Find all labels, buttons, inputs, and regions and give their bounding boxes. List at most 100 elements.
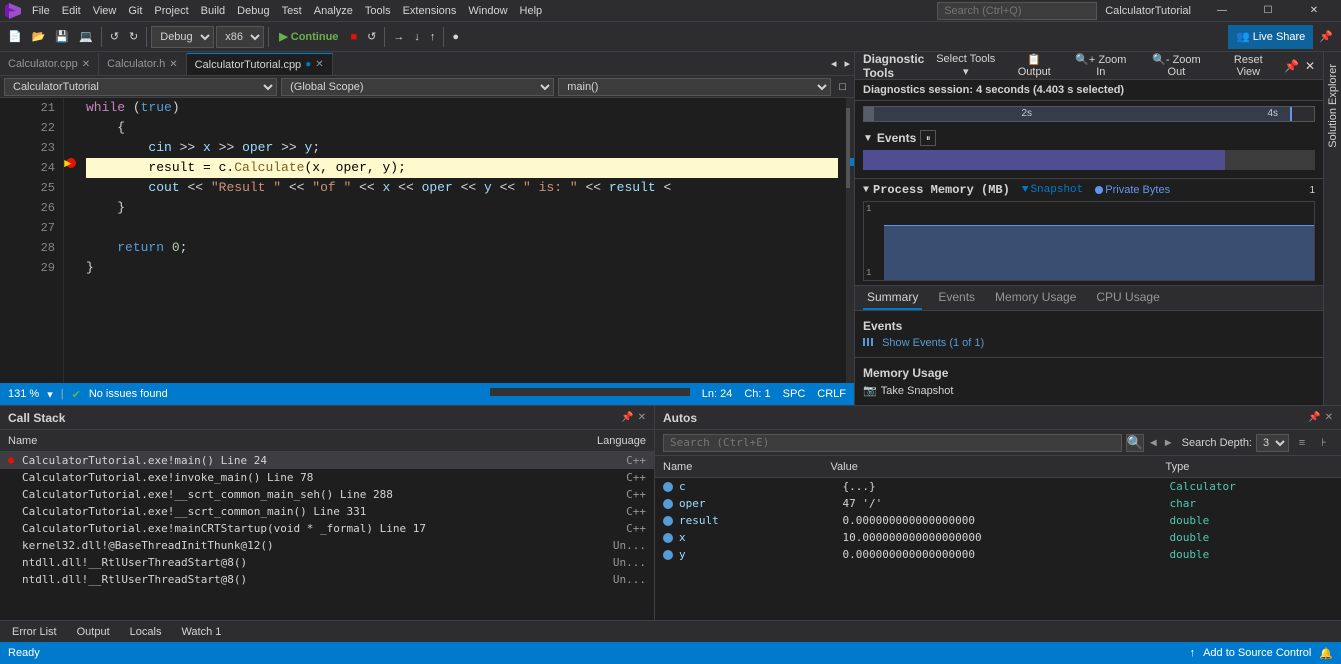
events-title[interactable]: Events: [877, 131, 916, 145]
autos-close-button[interactable]: ✕: [1325, 412, 1333, 423]
add-tab-button[interactable]: ◂: [827, 52, 841, 75]
tab-summary[interactable]: Summary: [863, 286, 922, 310]
prev-search-button[interactable]: ◄: [1148, 437, 1159, 449]
tab-calculator-cpp[interactable]: Calculator.cpp ✕: [0, 53, 99, 75]
autos-row[interactable]: result 0.000000000000000000 double: [655, 512, 1341, 529]
search-input[interactable]: [937, 2, 1097, 20]
show-events-link[interactable]: Show Events (1 of 1): [863, 337, 1315, 349]
callstack-row[interactable]: CalculatorTutorial.exe!__scrt_common_mai…: [0, 486, 654, 503]
function-select[interactable]: main(): [558, 78, 831, 96]
menu-debug[interactable]: Debug: [231, 0, 275, 22]
close-tab-icon[interactable]: ✕: [82, 59, 90, 70]
solution-explorer-label[interactable]: Solution Explorer: [1327, 64, 1339, 148]
callstack-row[interactable]: ntdll.dll!__RtlUserThreadStart@8() Un...: [0, 571, 654, 588]
callstack-pin-button[interactable]: 📌: [621, 412, 633, 423]
menu-project[interactable]: Project: [148, 0, 194, 22]
redo-button[interactable]: ↻: [125, 25, 142, 49]
arch-select[interactable]: x86: [216, 26, 264, 48]
tab-output[interactable]: Output: [73, 621, 114, 643]
breakpoint-button[interactable]: ●: [448, 25, 463, 49]
search-button[interactable]: 🔍: [1126, 434, 1144, 452]
diag-pin-icon[interactable]: 📌: [1284, 59, 1299, 73]
close-button[interactable]: ✕: [1291, 0, 1337, 22]
editor-scrollbar[interactable]: [846, 98, 854, 383]
menu-tools[interactable]: Tools: [359, 0, 397, 22]
callstack-row[interactable]: CalculatorTutorial.exe!invoke_main() Lin…: [0, 469, 654, 486]
autos-search-input[interactable]: [663, 434, 1122, 452]
timeline-track[interactable]: 2s 4s: [863, 106, 1315, 122]
step-over-button[interactable]: →: [389, 25, 408, 49]
tab-calculator-h[interactable]: Calculator.h ✕: [99, 53, 186, 75]
project-path-select[interactable]: CalculatorTutorial: [4, 78, 277, 96]
save-all-button[interactable]: 💻: [75, 25, 97, 49]
select-tools-button[interactable]: Select Tools ▾: [930, 52, 1001, 80]
menu-view[interactable]: View: [87, 0, 123, 22]
menu-build[interactable]: Build: [195, 0, 231, 22]
status-bar: Ready ↑ Add to Source Control 🔔: [0, 642, 1341, 664]
tab-events[interactable]: Events: [934, 286, 979, 310]
step-out-button[interactable]: ↑: [426, 25, 440, 49]
process-memory-title[interactable]: Process Memory (MB): [873, 183, 1010, 197]
menu-analyze[interactable]: Analyze: [308, 0, 359, 22]
autos-row[interactable]: oper 47 '/' char: [655, 495, 1341, 512]
grid-view-button[interactable]: ⊦: [1315, 434, 1333, 452]
menu-file[interactable]: File: [26, 0, 56, 22]
menu-test[interactable]: Test: [276, 0, 308, 22]
diag-close-icon[interactable]: ✕: [1305, 59, 1315, 73]
scope-select[interactable]: (Global Scope): [281, 78, 554, 96]
zoom-in-button[interactable]: 🔍+ Zoom In: [1067, 52, 1134, 80]
pin-button[interactable]: 📌: [1315, 25, 1337, 49]
maximize-button[interactable]: ☐: [1245, 0, 1291, 22]
memory-collapse-icon[interactable]: ▼: [863, 185, 869, 196]
menu-edit[interactable]: Edit: [56, 0, 87, 22]
code-editor[interactable]: while (true) { cin >> x >> oper >> y; re…: [78, 98, 846, 383]
step-into-button[interactable]: ↓: [410, 25, 424, 49]
close-tab-icon2[interactable]: ✕: [169, 59, 177, 70]
menu-window[interactable]: Window: [462, 0, 513, 22]
source-control-text[interactable]: Add to Source Control: [1203, 647, 1311, 659]
menu-extensions[interactable]: Extensions: [397, 0, 463, 22]
tab-error-list[interactable]: Error List: [8, 621, 61, 643]
callstack-row[interactable]: CalculatorTutorial.exe!mainCRTStartup(vo…: [0, 520, 654, 537]
callstack-row[interactable]: ● CalculatorTutorial.exe!main() Line 24 …: [0, 452, 654, 469]
open-file-button[interactable]: 📂: [28, 25, 50, 49]
search-options-button[interactable]: ≡: [1293, 434, 1311, 452]
output-button[interactable]: 📋 Output: [1007, 52, 1061, 80]
tab-memory-usage[interactable]: Memory Usage: [991, 286, 1080, 310]
depth-select[interactable]: 3 1 2 4 5: [1256, 434, 1289, 452]
continue-button[interactable]: ▶ Continue: [273, 25, 344, 49]
nav-tab-button[interactable]: ▸: [840, 52, 854, 75]
debug-mode-select[interactable]: Debug: [151, 26, 214, 48]
tab-watch1[interactable]: Watch 1: [177, 621, 225, 643]
events-pause-button[interactable]: ⏸: [920, 130, 936, 146]
scroll-bar[interactable]: [490, 388, 690, 396]
callstack-row[interactable]: kernel32.dll!@BaseThreadInitThunk@12() U…: [0, 537, 654, 554]
take-snapshot-button[interactable]: 📷 Take Snapshot: [863, 384, 953, 397]
next-search-button[interactable]: ►: [1163, 437, 1174, 449]
undo-button[interactable]: ↺: [106, 25, 123, 49]
callstack-row[interactable]: CalculatorTutorial.exe!__scrt_common_mai…: [0, 503, 654, 520]
restart-button[interactable]: ↺: [363, 25, 380, 49]
menu-git[interactable]: Git: [122, 0, 148, 22]
close-tab-icon3[interactable]: ✕: [315, 59, 323, 70]
save-button[interactable]: 💾: [51, 25, 73, 49]
callstack-row[interactable]: ntdll.dll!__RtlUserThreadStart@8() Un...: [0, 554, 654, 571]
autos-row[interactable]: y 0.000000000000000000 double: [655, 546, 1341, 563]
callstack-close-button[interactable]: ✕: [638, 412, 646, 423]
liveshare-button[interactable]: 👥 Live Share: [1228, 25, 1313, 49]
reset-view-button[interactable]: Reset View: [1219, 52, 1278, 80]
stop-button[interactable]: ■: [346, 25, 361, 49]
menu-help[interactable]: Help: [514, 0, 549, 22]
new-file-button[interactable]: 📄: [4, 25, 26, 49]
tab-locals[interactable]: Locals: [126, 621, 166, 643]
minimize-button[interactable]: —: [1199, 0, 1245, 22]
zoom-dropdown-icon[interactable]: ▾: [47, 388, 53, 401]
autos-row[interactable]: x 10.000000000000000000 double: [655, 529, 1341, 546]
tab-cpu-usage[interactable]: CPU Usage: [1092, 286, 1163, 310]
zoom-out-button[interactable]: 🔍- Zoom Out: [1140, 52, 1212, 80]
tab-calculatortutorial-cpp[interactable]: CalculatorTutorial.cpp ● ✕: [187, 53, 333, 75]
autos-row[interactable]: c {...} Calculator: [655, 478, 1341, 495]
autos-pin-button[interactable]: 📌: [1308, 412, 1320, 423]
events-collapse-icon[interactable]: ▼: [863, 133, 873, 144]
expand-editor-button[interactable]: □: [835, 75, 850, 99]
